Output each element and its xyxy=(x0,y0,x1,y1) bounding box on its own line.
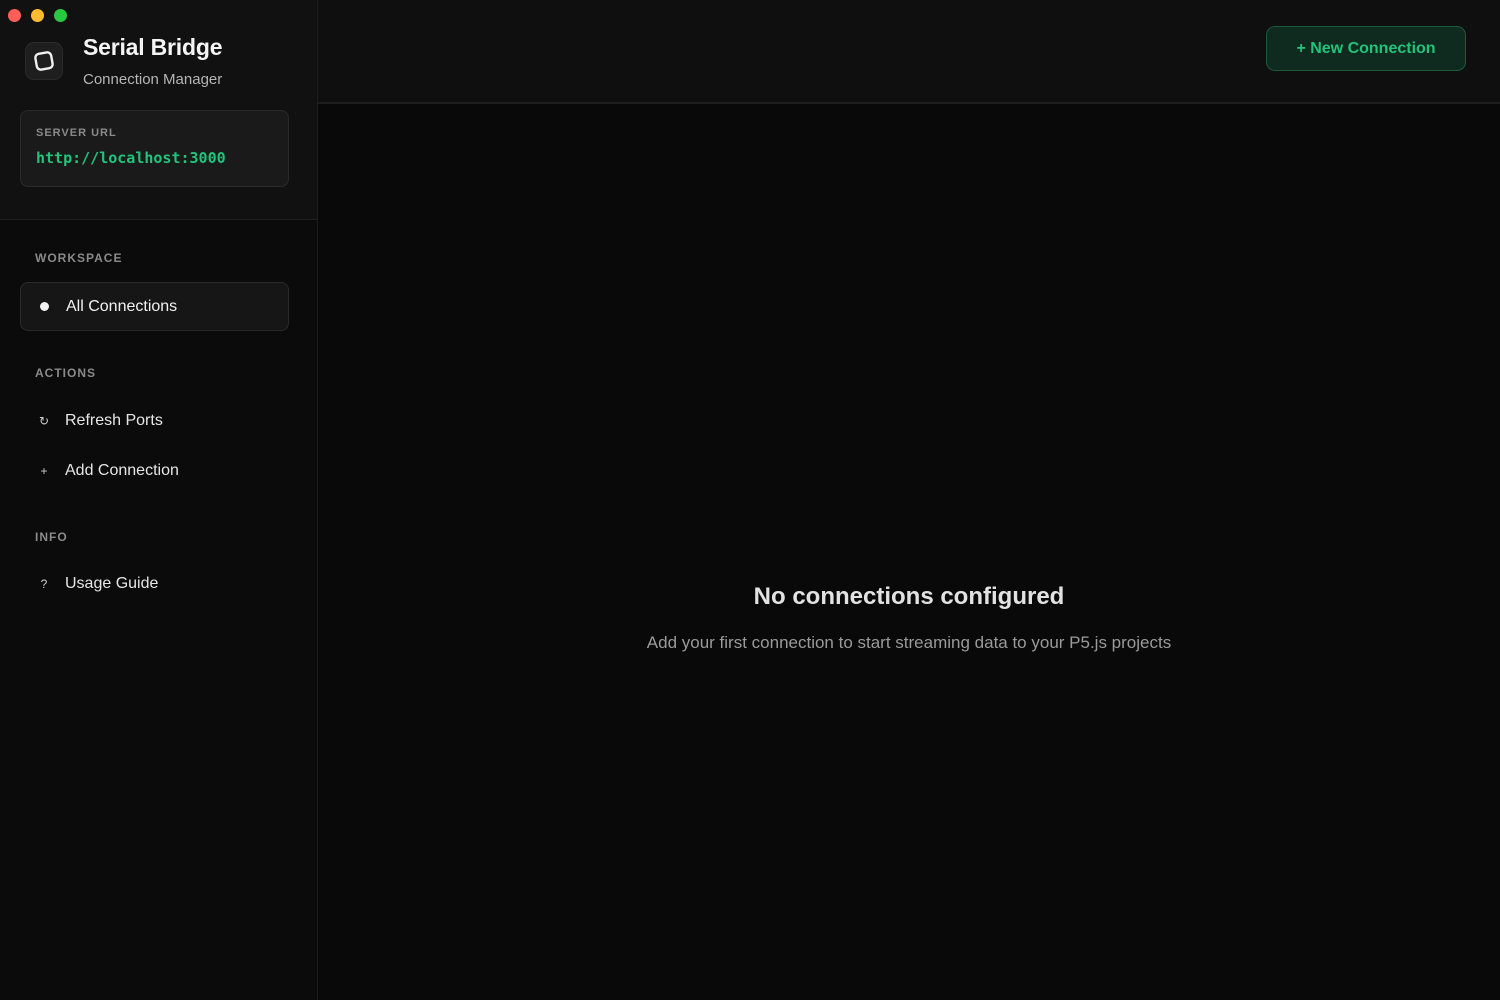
close-window-button[interactable] xyxy=(8,9,21,22)
app-subtitle: Connection Manager xyxy=(83,71,223,88)
app-logo-icon xyxy=(25,42,63,80)
server-url-label: SERVER URL xyxy=(36,127,117,139)
app-title: Serial Bridge xyxy=(83,34,223,60)
plus-icon: + xyxy=(40,464,48,478)
sidebar-header: Serial Bridge Connection Manager SERVER … xyxy=(0,0,317,220)
sidebar-item-label: All Connections xyxy=(66,297,178,315)
empty-state-subtitle: Add your first connection to start strea… xyxy=(646,633,1172,652)
sidebar-item-add-connection[interactable]: + Add Connection xyxy=(20,449,289,493)
minimize-window-button[interactable] xyxy=(31,9,44,22)
new-connection-button[interactable]: + New Connection xyxy=(1266,26,1466,71)
server-url-value[interactable]: http://localhost:3000 xyxy=(36,149,273,167)
sidebar-item-label: Usage Guide xyxy=(65,575,159,592)
top-bar: + New Connection xyxy=(318,0,1500,104)
refresh-icon: ↻ xyxy=(38,414,50,428)
question-icon: ? xyxy=(40,577,48,591)
dot-icon xyxy=(40,302,49,311)
app-window: Serial Bridge Connection Manager SERVER … xyxy=(0,0,1500,1000)
sidebar-item-usage-guide[interactable]: ? Usage Guide xyxy=(20,562,289,606)
brand: Serial Bridge Connection Manager xyxy=(25,34,222,88)
sidebar-item-label: Refresh Ports xyxy=(65,412,163,429)
info-section-label: INFO xyxy=(35,530,68,544)
sidebar: Serial Bridge Connection Manager SERVER … xyxy=(0,0,318,1000)
window-controls xyxy=(8,9,67,22)
empty-state: No connections configured Add your first… xyxy=(318,583,1500,653)
actions-section-label: ACTIONS xyxy=(35,366,96,380)
sidebar-item-all-connections[interactable]: All Connections xyxy=(20,282,289,331)
server-url-panel: SERVER URL http://localhost:3000 xyxy=(20,110,289,187)
workspace-section-label: WORKSPACE xyxy=(35,251,123,265)
empty-state-title: No connections configured xyxy=(753,583,1065,610)
sidebar-item-refresh-ports[interactable]: ↻ Refresh Ports xyxy=(20,399,289,443)
sidebar-item-label: Add Connection xyxy=(65,462,179,479)
main-content: + New Connection No connections configur… xyxy=(318,0,1500,1000)
zoom-window-button[interactable] xyxy=(54,9,67,22)
